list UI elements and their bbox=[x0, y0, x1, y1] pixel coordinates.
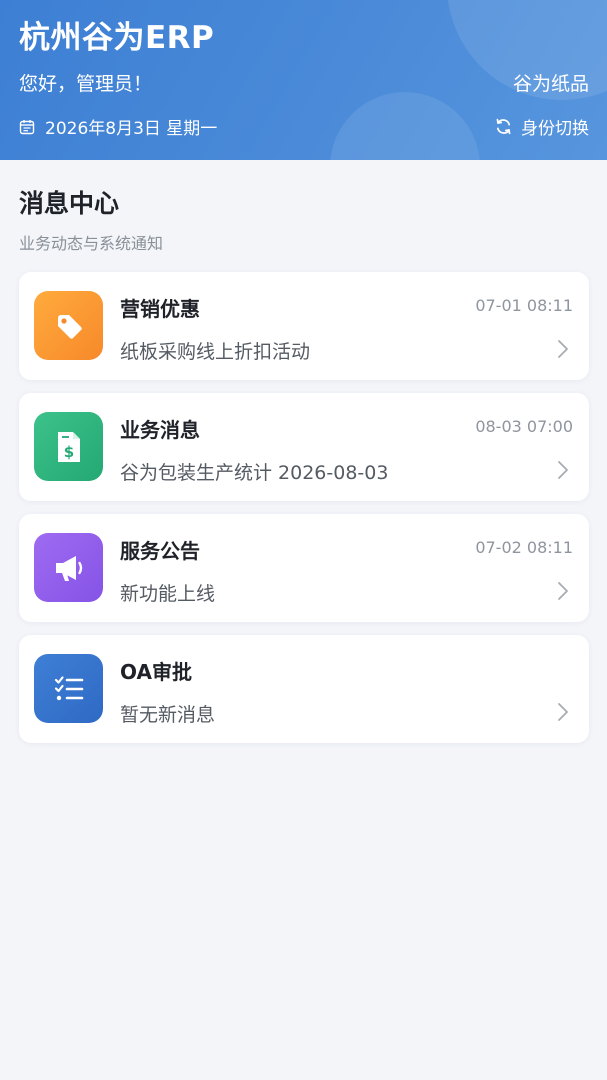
message-title: 服务公告 bbox=[120, 539, 200, 563]
message-preview: 纸板采购线上折扣活动 bbox=[120, 341, 311, 363]
document-dollar-icon: $ bbox=[34, 412, 103, 481]
message-card-business[interactable]: $ 业务消息 08-03 07:00 谷为包装生产统计 2026-08-03 bbox=[19, 393, 589, 501]
message-time: 08-03 07:00 bbox=[475, 417, 573, 436]
chevron-right-icon bbox=[558, 703, 568, 721]
tag-icon bbox=[34, 291, 103, 360]
svg-text:$: $ bbox=[63, 443, 73, 461]
section-title: 消息中心 bbox=[19, 189, 120, 218]
message-time: 07-02 08:11 bbox=[475, 538, 573, 557]
message-preview: 新功能上线 bbox=[120, 583, 216, 605]
section-subtitle: 业务动态与系统通知 bbox=[19, 234, 164, 253]
message-card-marketing[interactable]: 营销优惠 07-01 08:11 纸板采购线上折扣活动 bbox=[19, 272, 589, 380]
chevron-right-icon bbox=[558, 461, 568, 479]
megaphone-icon bbox=[34, 533, 103, 602]
identity-switch-label: 身份切换 bbox=[521, 119, 589, 139]
message-card-oa[interactable]: OA审批 暂无新消息 bbox=[19, 635, 589, 743]
date-row: 2026年8月3日 星期一 bbox=[19, 114, 217, 139]
app-title: 杭州谷为ERP bbox=[19, 20, 215, 56]
date-text: 2026年8月3日 星期一 bbox=[45, 119, 218, 139]
checklist-icon bbox=[34, 654, 103, 723]
message-list: 营销优惠 07-01 08:11 纸板采购线上折扣活动 $ 业务消息 08-03… bbox=[19, 272, 589, 756]
message-title: 营销优惠 bbox=[120, 297, 200, 321]
message-preview: 暂无新消息 bbox=[120, 704, 216, 726]
greeting-text: 您好，管理员！ bbox=[19, 73, 153, 95]
message-title: 业务消息 bbox=[120, 418, 200, 442]
message-preview: 谷为包装生产统计 2026-08-03 bbox=[120, 462, 389, 484]
chevron-right-icon bbox=[558, 340, 568, 358]
message-card-service[interactable]: 服务公告 07-02 08:11 新功能上线 bbox=[19, 514, 589, 622]
header-banner: 杭州谷为ERP 您好，管理员！ 谷为纸品 2026年8月3日 星期一 身份切换 bbox=[0, 0, 607, 160]
decorative-circle bbox=[330, 92, 480, 160]
message-time: 07-01 08:11 bbox=[475, 296, 573, 315]
identity-switch-button[interactable]: 身份切换 bbox=[494, 114, 589, 139]
calendar-icon bbox=[19, 119, 35, 134]
chevron-right-icon bbox=[558, 582, 568, 600]
message-title: OA审批 bbox=[120, 660, 192, 684]
refresh-icon bbox=[496, 118, 511, 135]
company-name: 谷为纸品 bbox=[512, 73, 589, 95]
